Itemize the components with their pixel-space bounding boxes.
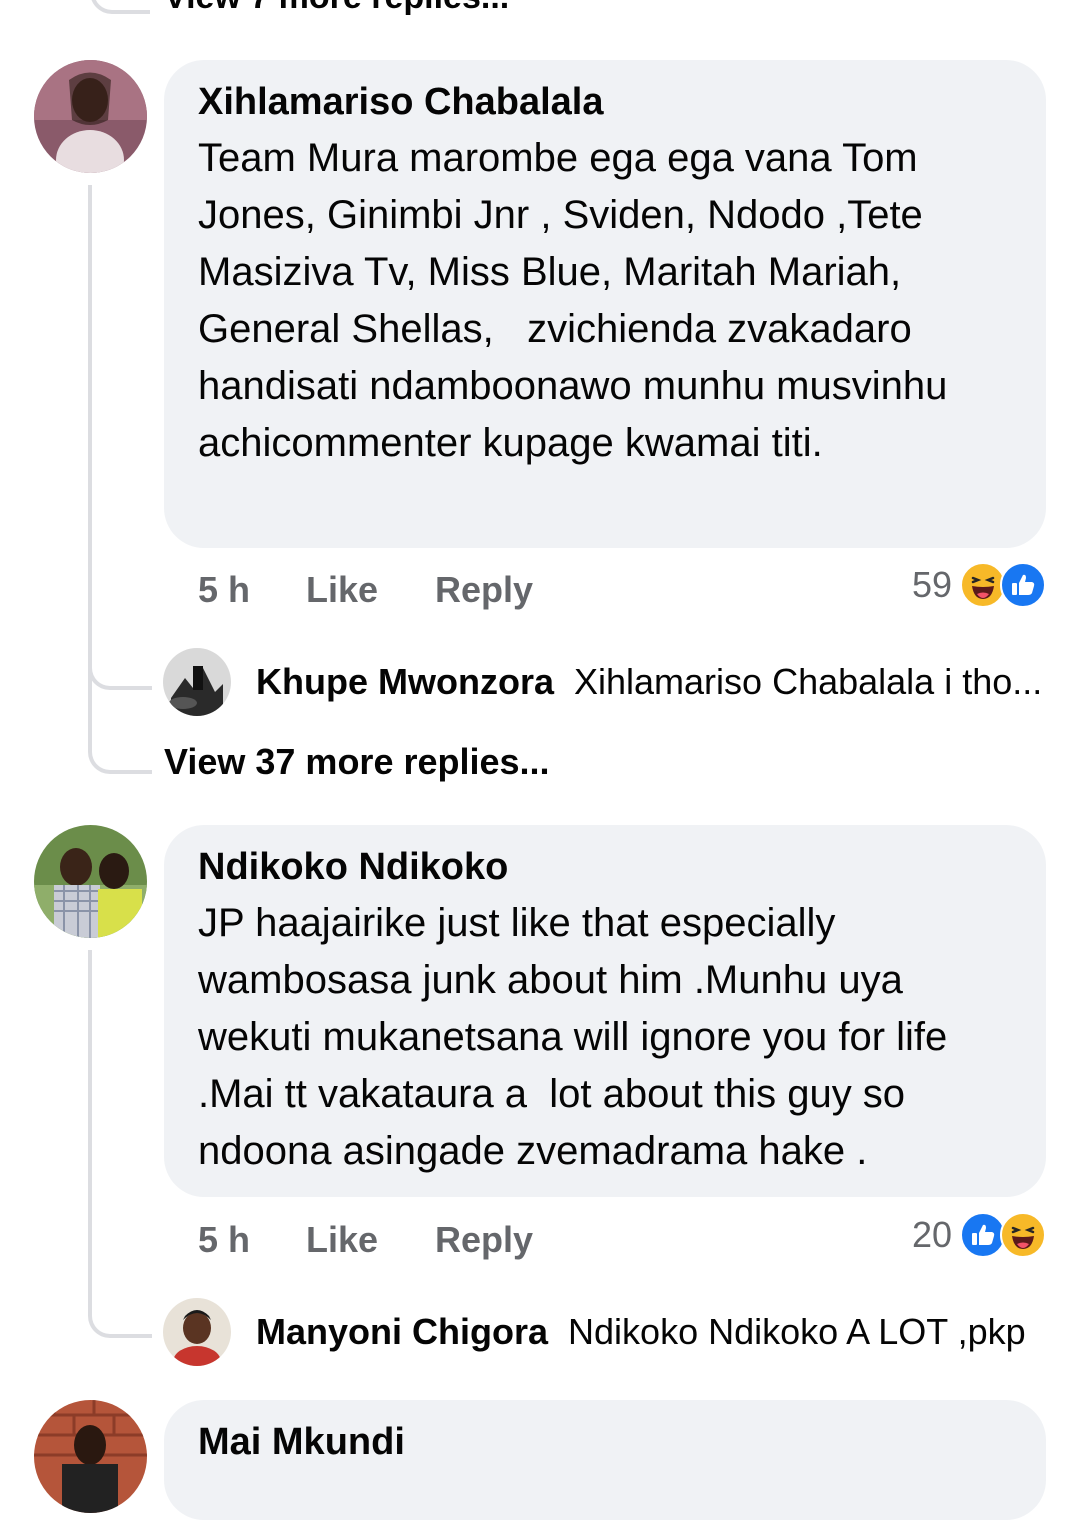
comment-timestamp: 5 h bbox=[198, 569, 251, 610]
comment-bubble-1[interactable]: Xihlamariso Chabalala Team Mura marombe … bbox=[164, 60, 1046, 548]
avatar-khupe[interactable] bbox=[163, 648, 231, 716]
comment-text: Team Mura marombe ega ega vana Tom Jones… bbox=[198, 136, 959, 465]
reply-author[interactable]: Khupe Mwonzora bbox=[256, 661, 554, 702]
thread-connector-viewmore-1 bbox=[88, 680, 152, 774]
avatar-xihlamariso[interactable] bbox=[34, 60, 147, 173]
comment-author[interactable]: Xihlamariso Chabalala bbox=[198, 78, 1012, 126]
reply-preview-1[interactable]: Khupe Mwonzora Xihlamariso Chabalala i t… bbox=[256, 660, 1042, 704]
reply-text: Ndikoko Ndikoko A LOT ,pkp bbox=[568, 1311, 1026, 1352]
comment-bubble-2[interactable]: Ndikoko Ndikoko JP haajairike just like … bbox=[164, 825, 1046, 1197]
thread-line-2 bbox=[88, 950, 92, 1280]
thread-line-1 bbox=[88, 185, 92, 685]
comment-timestamp: 5 h bbox=[198, 1219, 251, 1260]
like-button[interactable]: Like bbox=[306, 570, 378, 610]
reply-text: Xihlamariso Chabalala i tho... bbox=[574, 661, 1043, 702]
reply-button[interactable]: Reply bbox=[435, 570, 533, 610]
avatar-mai-mkundi[interactable] bbox=[34, 1400, 147, 1513]
reply-author[interactable]: Manyoni Chigora bbox=[256, 1311, 548, 1352]
comment-author[interactable]: Mai Mkundi bbox=[198, 1418, 1012, 1466]
reply-preview-2[interactable]: Manyoni Chigora Ndikoko Ndikoko A LOT ,p… bbox=[256, 1310, 1026, 1354]
reply-button[interactable]: Reply bbox=[435, 1220, 533, 1260]
like-icon bbox=[1000, 562, 1046, 608]
view-more-replies-button[interactable]: View 37 more replies... bbox=[164, 740, 550, 784]
comment-actions-2: 5 h Like Reply bbox=[198, 1220, 998, 1260]
avatar-manyoni[interactable] bbox=[163, 1298, 231, 1366]
comment-actions-1: 5 h Like Reply bbox=[198, 570, 998, 610]
comment-author[interactable]: Ndikoko Ndikoko bbox=[198, 843, 1012, 891]
comment-text: JP haajairike just like that especially … bbox=[198, 901, 959, 1173]
like-button[interactable]: Like bbox=[306, 1220, 378, 1260]
haha-icon bbox=[1000, 1212, 1046, 1258]
reaction-count: 20 bbox=[911, 1214, 952, 1255]
comment-bubble-3[interactable]: Mai Mkundi bbox=[164, 1400, 1046, 1520]
reaction-count: 59 bbox=[911, 564, 952, 605]
thread-connector-reply-2 bbox=[88, 1270, 152, 1338]
view-more-replies-top[interactable]: View 7 more replies... bbox=[164, 0, 509, 14]
reactions-1[interactable]: 59 bbox=[912, 560, 1046, 610]
reactions-2[interactable]: 20 bbox=[912, 1210, 1046, 1260]
thread-connector-top bbox=[90, 0, 150, 14]
avatar-ndikoko[interactable] bbox=[34, 825, 147, 938]
